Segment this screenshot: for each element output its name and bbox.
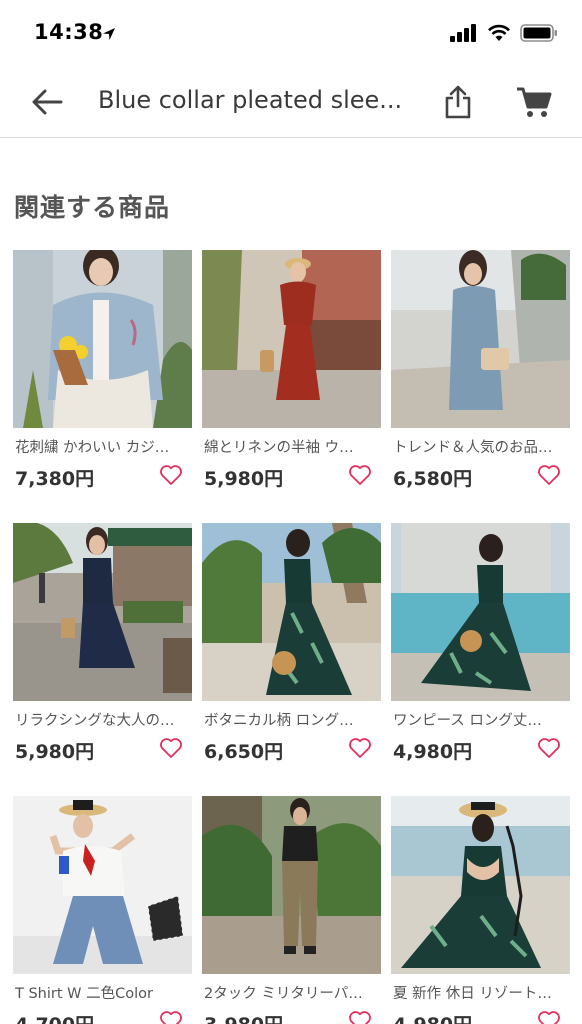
product-photo	[13, 250, 192, 428]
product-price: 4,980円	[393, 1010, 472, 1024]
product-card[interactable]: リラクシングな大人の… 5,980円	[13, 523, 192, 783]
product-photo	[13, 796, 192, 974]
arrow-left-icon	[32, 89, 63, 115]
location-arrow-icon	[103, 28, 115, 40]
heart-icon	[160, 738, 182, 758]
product-price: 4,980円	[393, 741, 473, 763]
product-card[interactable]: トレンド＆人気のお品… 6,580円	[391, 250, 570, 510]
section-title: 関連する商品	[14, 193, 171, 222]
favorite-button[interactable]	[535, 462, 563, 488]
cart-icon	[517, 87, 552, 117]
heart-icon	[538, 465, 560, 485]
product-card[interactable]: 2タック ミリタリーパ… 3,980円	[202, 796, 381, 1024]
product-photo	[391, 250, 570, 428]
product-card[interactable]: 綿とリネンの半袖 ウ… 5,980円	[202, 250, 381, 510]
product-card[interactable]: T Shirt W 二色Color 4,700円	[13, 796, 192, 1024]
heart-icon	[160, 465, 182, 485]
product-price: 7,380円	[15, 468, 95, 490]
heart-icon	[349, 1011, 371, 1024]
product-name[interactable]: 綿とリネンの半袖 ウ…	[204, 436, 379, 457]
product-card[interactable]: 夏 新作 休日 リゾート… 4,980円	[391, 796, 570, 1024]
product-name[interactable]: 花刺繍 かわいい カジ…	[15, 436, 190, 457]
heart-icon	[538, 1011, 560, 1024]
product-image[interactable]	[13, 250, 192, 428]
product-photo	[391, 523, 570, 701]
favorite-button[interactable]	[535, 735, 563, 761]
product-card[interactable]: 花刺繍 かわいい カジ… 7,380円	[13, 250, 192, 510]
product-card[interactable]: ボタニカル柄 ロング… 6,650円	[202, 523, 381, 783]
back-button[interactable]	[28, 84, 66, 120]
heart-icon	[160, 1011, 182, 1024]
product-image[interactable]	[202, 250, 381, 428]
favorite-button[interactable]	[535, 1008, 563, 1024]
wifi-icon	[488, 24, 510, 41]
product-price: 4,700円	[15, 1010, 94, 1024]
heart-icon	[538, 738, 560, 758]
heart-icon	[349, 738, 371, 758]
favorite-button[interactable]	[157, 1008, 185, 1024]
product-photo	[202, 523, 381, 701]
product-image[interactable]	[13, 523, 192, 701]
favorite-button[interactable]	[157, 462, 185, 488]
status-indicators	[450, 24, 558, 42]
product-image[interactable]	[13, 796, 192, 974]
product-card[interactable]: ワンピース ロング丈… 4,980円	[391, 523, 570, 783]
favorite-button[interactable]	[346, 1008, 374, 1024]
product-image[interactable]	[202, 796, 381, 974]
cart-button[interactable]	[514, 84, 554, 120]
status-bar: 14:38	[0, 0, 582, 66]
battery-icon	[520, 24, 557, 42]
product-image[interactable]	[391, 250, 570, 428]
nav-bar: Blue collar pleated slee...	[0, 66, 582, 138]
product-price: 5,980円	[15, 741, 95, 763]
product-name[interactable]: ボタニカル柄 ロング…	[204, 709, 379, 730]
product-name[interactable]: トレンド＆人気のお品…	[393, 436, 568, 457]
product-image[interactable]	[391, 796, 570, 974]
share-button[interactable]	[440, 82, 476, 122]
product-name[interactable]: T Shirt W 二色Color	[15, 982, 190, 1003]
favorite-button[interactable]	[346, 462, 374, 488]
product-photo	[202, 250, 381, 428]
favorite-button[interactable]	[157, 735, 185, 761]
product-photo	[13, 523, 192, 701]
product-name[interactable]: 夏 新作 休日 リゾート…	[393, 982, 568, 1003]
product-photo	[202, 796, 381, 974]
product-image[interactable]	[202, 523, 381, 701]
product-price: 6,580円	[393, 468, 473, 490]
product-price: 3,980円	[204, 1010, 283, 1024]
product-price: 5,980円	[204, 468, 284, 490]
favorite-button[interactable]	[346, 735, 374, 761]
product-price: 6,650円	[204, 741, 284, 763]
product-name[interactable]: ワンピース ロング丈…	[393, 709, 568, 730]
product-name[interactable]: リラクシングな大人の…	[15, 709, 190, 730]
heart-icon	[349, 465, 371, 485]
product-name[interactable]: 2タック ミリタリーパ…	[204, 982, 379, 1003]
product-image[interactable]	[391, 523, 570, 701]
product-photo	[391, 796, 570, 974]
signal-icon	[450, 24, 476, 42]
share-icon	[445, 85, 471, 119]
page-title: Blue collar pleated slee...	[98, 86, 403, 114]
status-time: 14:38	[34, 20, 104, 44]
